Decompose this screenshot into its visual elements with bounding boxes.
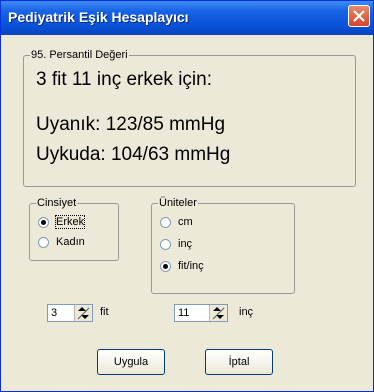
gender-legend: Cinsiyet (37, 197, 77, 209)
radio-button[interactable] (38, 237, 49, 248)
radio-label: Kadın (56, 236, 85, 248)
percentile-group: 95. Persantil Değeri 3 fit 11 inç erkek … (23, 49, 356, 187)
gender-group: Cinsiyet Erkek Kadın (29, 197, 119, 261)
feet-spinner[interactable]: 3 (47, 304, 93, 322)
title-bar[interactable]: Pediyatrik Eşik Hesaplayıcı (1, 1, 373, 35)
feet-spin-button[interactable] (74, 305, 92, 321)
result-heading: 3 fit 11 inç erkek için: (36, 69, 213, 90)
percentile-legend: 95. Persantil Değeri (31, 49, 128, 61)
radio-label: cm (178, 216, 193, 228)
inch-value[interactable]: 11 (178, 307, 189, 319)
inch-spin-button[interactable] (209, 305, 227, 321)
close-icon (353, 10, 365, 22)
units-group: Üniteler cm inç fit/inç (151, 197, 295, 294)
close-button[interactable] (348, 5, 370, 27)
radio-button[interactable] (160, 239, 171, 250)
radio-label: inç (178, 238, 193, 250)
radio-button[interactable] (38, 217, 49, 228)
calculator-window: Pediyatrik Eşik Hesaplayıcı 95. Persanti… (0, 0, 374, 392)
spin-arrows-icon (77, 307, 90, 320)
window-title: Pediyatrik Eşik Hesaplayıcı (8, 9, 189, 25)
awake-value: Uyanık: 123/85 mmHg (36, 114, 226, 135)
asleep-value: Uykuda: 104/63 mmHg (36, 144, 231, 165)
radio-button[interactable] (160, 261, 171, 272)
apply-button[interactable]: Uygula (97, 349, 165, 375)
feet-unit-label: fit (100, 306, 109, 318)
radio-label: fit/inç (178, 260, 204, 272)
radio-label: Erkek (54, 215, 86, 229)
spin-arrows-icon (212, 307, 225, 320)
cancel-button[interactable]: İptal (205, 349, 273, 375)
radio-button[interactable] (160, 217, 171, 228)
feet-value[interactable]: 3 (51, 307, 57, 319)
inch-spinner[interactable]: 11 (174, 304, 228, 322)
inch-unit-label: inç (239, 306, 254, 318)
units-legend: Üniteler (159, 197, 197, 209)
